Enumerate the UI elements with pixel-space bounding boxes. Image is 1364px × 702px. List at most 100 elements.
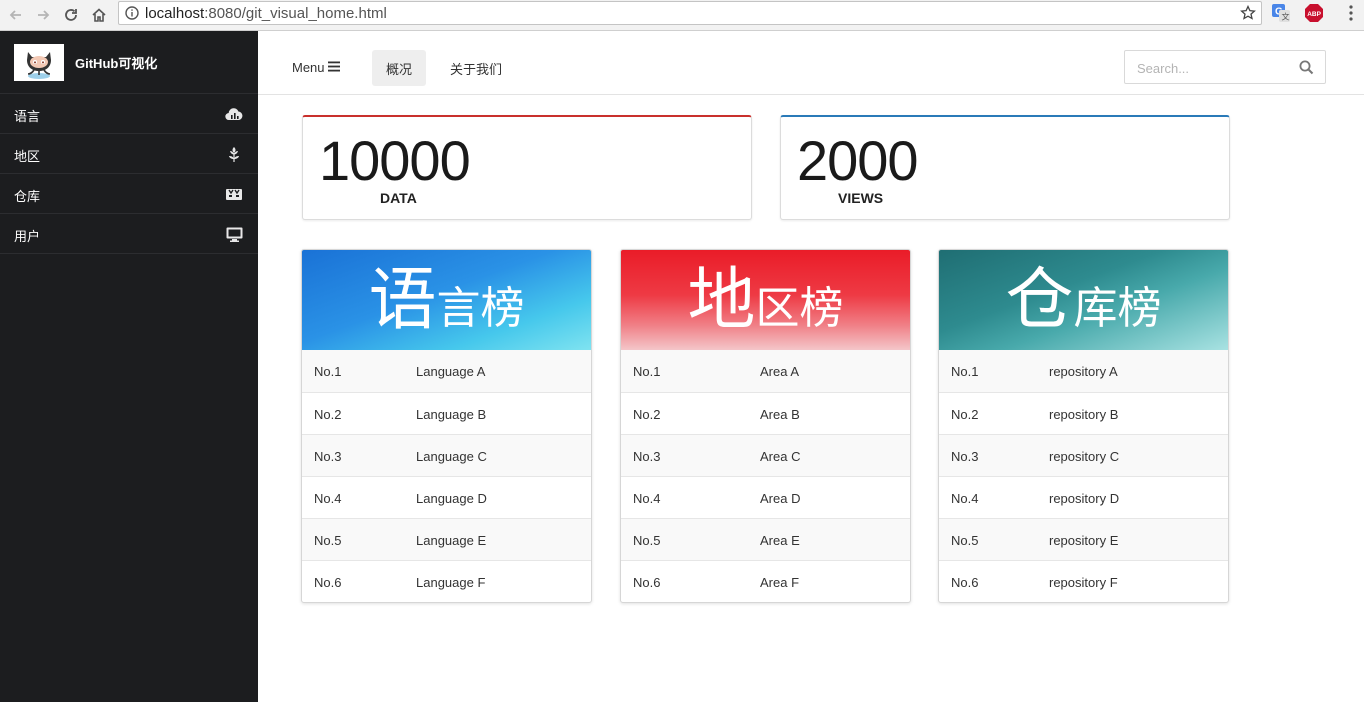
language-ranking-card: 语言榜 No.1 Language A No.2 Language B No.3 La… (301, 249, 592, 603)
table-row[interactable]: No.6 Language F (302, 560, 591, 602)
browser-menu-icon[interactable] (1341, 3, 1361, 23)
table-row[interactable]: No.4 repository D (939, 476, 1228, 518)
stat-caption: DATA (380, 190, 417, 206)
rank-name: Area C (760, 449, 801, 464)
tab-overview[interactable]: 概况 (372, 50, 426, 86)
search-box (1124, 50, 1326, 84)
rank-name: Area D (760, 491, 801, 506)
table-row[interactable]: No.1 Area A (621, 350, 910, 392)
sidebar-item-label: 语言 (14, 109, 41, 124)
brand[interactable]: GitHub可视化 (0, 31, 258, 94)
banner-title-big: 地 (687, 261, 756, 340)
table-row[interactable]: No.2 Area B (621, 392, 910, 434)
forward-arrow-icon[interactable] (32, 4, 54, 26)
top-navbar: Menu 概况 关于我们 (258, 31, 1364, 95)
table-row[interactable]: No.3 Language C (302, 434, 591, 476)
translate-icon[interactable]: G文 (1271, 3, 1291, 23)
rank-name: Language D (416, 491, 487, 506)
stat-caption: VIEWS (838, 190, 884, 206)
table-row[interactable]: No.5 repository E (939, 518, 1228, 560)
table-row[interactable]: No.4 Area D (621, 476, 910, 518)
search-icon[interactable] (1299, 60, 1314, 80)
info-icon[interactable] (125, 6, 139, 25)
browser-toolbar: localhost:8080/git_visual_home.html G文 A… (0, 0, 1364, 31)
bookmark-star-icon[interactable] (1240, 4, 1256, 26)
abp-icon[interactable]: ABP (1304, 3, 1324, 23)
sidebar-item-label: 地区 (14, 149, 41, 164)
rank-name: Language F (416, 575, 486, 590)
rank-name: Language C (416, 449, 487, 464)
menu-label: Menu (292, 60, 325, 75)
sidebar-item-label: 仓库 (14, 189, 41, 204)
rank-name: repository B (1049, 407, 1119, 422)
rank-name: repository A (1049, 364, 1118, 379)
brand-name: GitHub可视化 (75, 56, 158, 71)
rank-number: No.6 (314, 575, 342, 590)
sidebar-item-area[interactable]: 地区 (0, 134, 258, 174)
octocat-logo-icon (14, 44, 64, 81)
cloud-chart-icon (225, 105, 243, 123)
url-host: localhost (145, 5, 205, 22)
rank-number: No.5 (951, 533, 979, 548)
rank-number: No.5 (633, 533, 661, 548)
rank-number: No.1 (633, 364, 661, 379)
rank-number: No.4 (633, 491, 661, 506)
banner-title-small: 言榜 (436, 283, 525, 334)
rank-name: Area A (760, 364, 800, 379)
rank-name: Area B (760, 407, 800, 422)
rank-name: repository C (1049, 449, 1120, 464)
banner-title-small: 库榜 (1073, 283, 1162, 334)
sidebar-item-language[interactable]: 语言 (0, 94, 258, 134)
leaf-icon (225, 145, 243, 163)
table-row[interactable]: No.6 repository F (939, 560, 1228, 602)
search-input[interactable] (1137, 59, 1297, 77)
tab-about-us[interactable]: 关于我们 (438, 50, 514, 86)
menu-toggle-button[interactable]: Menu (292, 60, 340, 75)
rank-number: No.2 (951, 407, 979, 422)
rank-number: No.6 (951, 575, 979, 590)
table-row[interactable]: No.3 Area C (621, 434, 910, 476)
table-row[interactable]: No.5 Area E (621, 518, 910, 560)
repo-icon (225, 185, 243, 203)
home-icon[interactable] (88, 4, 110, 26)
rank-number: No.1 (314, 364, 342, 379)
svg-text:文: 文 (1282, 12, 1290, 22)
sidebar-item-label: 用户 (14, 229, 41, 244)
address-bar[interactable]: localhost:8080/git_visual_home.html (118, 1, 1262, 25)
stat-card-data: 10000 DATA (302, 115, 752, 220)
table-row[interactable]: No.6 Area F (621, 560, 910, 602)
back-arrow-icon[interactable] (5, 4, 27, 26)
url-text: localhost:8080/git_visual_home.html (145, 5, 387, 22)
table-row[interactable]: No.5 Language E (302, 518, 591, 560)
sidebar-item-user[interactable]: 用户 (0, 214, 258, 254)
rank-number: No.3 (633, 449, 661, 464)
ranking-banner: 地区榜 (621, 250, 910, 350)
rank-name: Area F (760, 575, 800, 590)
table-row[interactable]: No.1 repository A (939, 350, 1228, 392)
abp-label: ABP (1307, 11, 1321, 18)
table-row[interactable]: No.4 Language D (302, 476, 591, 518)
rank-number: No.2 (633, 407, 661, 422)
stat-value: 10000 (319, 129, 471, 192)
url-path: :8080/git_visual_home.html (204, 5, 387, 22)
sidebar-item-repository[interactable]: 仓库 (0, 174, 258, 214)
ranking-banner: 语言榜 (302, 250, 591, 350)
hamburger-icon (327, 60, 340, 75)
table-row[interactable]: No.2 Language B (302, 392, 591, 434)
table-row[interactable]: No.2 repository B (939, 392, 1228, 434)
stat-card-views: 2000 VIEWS (780, 115, 1230, 220)
stat-value: 2000 (797, 129, 919, 192)
rank-name: Language A (416, 364, 486, 379)
ranking-banner: 仓库榜 (939, 250, 1228, 350)
table-row[interactable]: No.1 Language A (302, 350, 591, 392)
monitor-icon (225, 225, 243, 243)
rank-name: Language E (416, 533, 487, 548)
reload-icon[interactable] (60, 4, 82, 26)
rank-name: repository E (1049, 533, 1119, 548)
rank-name: repository F (1049, 575, 1118, 590)
table-row[interactable]: No.3 repository C (939, 434, 1228, 476)
rank-name: Area E (760, 533, 800, 548)
area-ranking-card: 地区榜 No.1 Area A No.2 Area B No.3 Area C No.… (620, 249, 911, 603)
rank-number: No.3 (314, 449, 342, 464)
sidebar: GitHub可视化 语言 地区 仓库 用户 (0, 31, 258, 702)
